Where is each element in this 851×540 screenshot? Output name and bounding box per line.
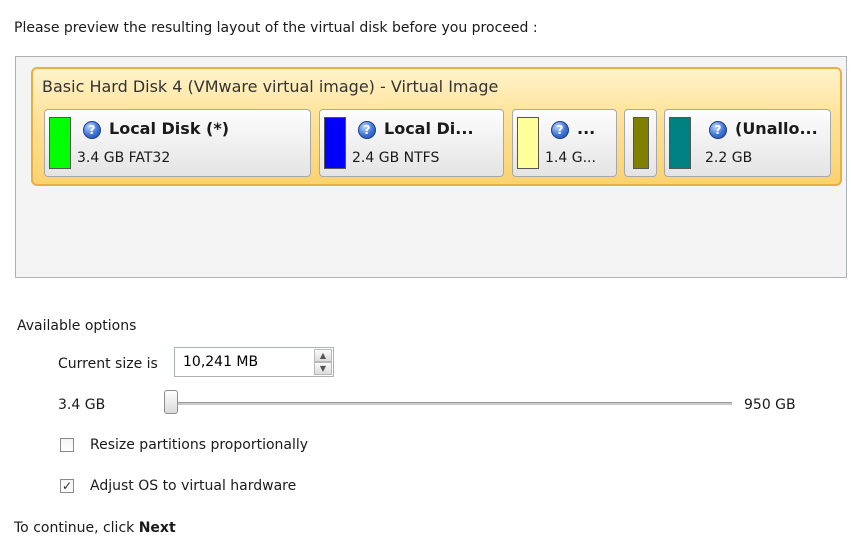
partition-color-swatch <box>669 117 691 169</box>
partition-tile-3[interactable]: ? ... 1.4 G... <box>512 109 617 177</box>
current-size-input[interactable] <box>175 348 311 376</box>
partition-color-swatch <box>49 117 71 169</box>
help-icon[interactable]: ? <box>709 121 727 139</box>
partition-color-swatch <box>517 117 539 169</box>
continue-prefix: To continue, click <box>14 520 135 536</box>
partition-size: 2.2 GB <box>705 150 753 166</box>
partition-tile-local-disk[interactable]: ? Local Disk (*) 3.4 GB FAT32 <box>44 109 311 177</box>
help-icon[interactable]: ? <box>358 121 376 139</box>
partition-color-swatch <box>633 117 649 169</box>
adjust-os-checkbox-row[interactable]: ✓ Adjust OS to virtual hardware <box>60 478 296 494</box>
help-icon[interactable]: ? <box>551 121 569 139</box>
partition-tile-local-di[interactable]: ? Local Di... 2.4 GB NTFS <box>319 109 504 177</box>
partition-name: Local Di... <box>384 119 474 138</box>
disk-title: Basic Hard Disk 4 (VMware virtual image)… <box>42 77 499 96</box>
next-keyword: Next <box>138 520 176 536</box>
adjust-os-label[interactable]: Adjust OS to virtual hardware <box>90 478 296 494</box>
adjust-os-checkbox[interactable]: ✓ <box>60 479 74 493</box>
disk-panel[interactable]: Basic Hard Disk 4 (VMware virtual image)… <box>31 67 842 186</box>
continue-instruction: To continue, click Next <box>14 520 176 536</box>
size-slider-track[interactable] <box>170 402 732 405</box>
spin-down-button[interactable]: ▼ <box>314 362 332 375</box>
available-options-label: Available options <box>17 318 137 334</box>
spin-up-button[interactable]: ▲ <box>314 349 332 362</box>
partition-color-swatch <box>324 117 346 169</box>
slider-max-label: 950 GB <box>744 397 796 413</box>
partition-size: 1.4 G... <box>545 150 596 166</box>
partition-tile-4[interactable] <box>624 109 657 177</box>
partition-name: (Unallo... <box>735 119 818 138</box>
intro-text: Please preview the resulting layout of t… <box>14 20 538 36</box>
current-size-label: Current size is <box>58 356 158 372</box>
resize-proportionally-checkbox[interactable] <box>60 438 74 452</box>
partition-size: 2.4 GB NTFS <box>352 150 440 166</box>
partition-tile-unallocated[interactable]: ? (Unallo... 2.2 GB <box>664 109 831 177</box>
partition-name: ... <box>577 119 596 138</box>
current-size-spinbox[interactable]: ▲ ▼ <box>174 347 334 377</box>
disk-preview-frame: Basic Hard Disk 4 (VMware virtual image)… <box>15 56 847 278</box>
size-slider-thumb[interactable] <box>164 390 178 414</box>
slider-min-label: 3.4 GB <box>58 397 106 413</box>
partition-size: 3.4 GB FAT32 <box>77 150 171 166</box>
partition-name: Local Disk (*) <box>109 119 230 138</box>
help-icon[interactable]: ? <box>83 121 101 139</box>
resize-proportionally-label[interactable]: Resize partitions proportionally <box>90 437 308 453</box>
resize-proportionally-checkbox-row[interactable]: Resize partitions proportionally <box>60 437 308 453</box>
